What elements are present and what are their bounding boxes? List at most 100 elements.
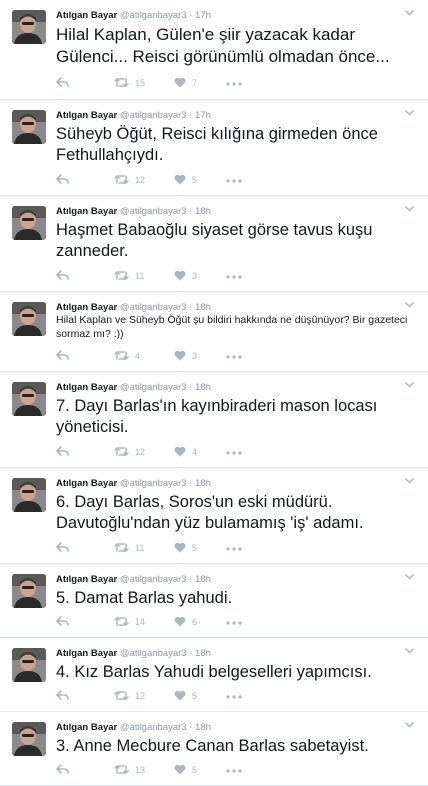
reply-button[interactable] (56, 174, 69, 185)
user-name[interactable]: Atılgan Bayar (56, 478, 117, 489)
retweet-button[interactable]: 4 (114, 350, 140, 361)
user-name[interactable]: Atılgan Bayar (56, 574, 117, 585)
tweet[interactable]: Atılgan Bayar @atilganbayar3 · 18h 5. Dam… (0, 564, 428, 638)
user-name[interactable]: Atılgan Bayar (56, 648, 117, 659)
tweet-time[interactable]: 18h (195, 478, 211, 489)
user-handle[interactable]: @atilganbayar3 (120, 110, 187, 121)
tweet-time[interactable]: 18h (195, 382, 211, 393)
user-name[interactable]: Atılgan Bayar (56, 10, 117, 21)
tweet-time[interactable]: 17h (195, 110, 211, 121)
user-handle[interactable]: @atilganbayar3 (120, 10, 187, 21)
user-handle[interactable]: @atilganbayar3 (120, 382, 187, 393)
like-button[interactable]: 5 (174, 764, 197, 775)
user-name[interactable]: Atılgan Bayar (56, 206, 117, 217)
retweet-button[interactable]: 13 (114, 764, 145, 775)
like-button[interactable]: 6 (174, 616, 197, 627)
chevron-down-icon[interactable] (405, 476, 414, 487)
retweet-button[interactable]: 11 (114, 542, 144, 553)
retweet-button[interactable]: 12 (114, 174, 145, 185)
tweet-time[interactable]: 18h (195, 574, 211, 585)
more-button[interactable] (226, 451, 242, 455)
avatar[interactable] (12, 382, 46, 416)
reply-icon (56, 174, 69, 185)
chevron-down-icon[interactable] (405, 646, 414, 657)
reply-button[interactable] (56, 270, 69, 281)
reply-button[interactable] (56, 616, 69, 627)
tweet[interactable]: Atılgan Bayar @atilganbayar3 · 18h 7. Day… (0, 372, 428, 468)
user-handle[interactable]: @atilganbayar3 (120, 574, 187, 585)
chevron-down-icon[interactable] (405, 380, 414, 391)
avatar[interactable] (12, 110, 46, 144)
separator-dot: · (186, 648, 196, 659)
tweet-time[interactable]: 18h (195, 722, 211, 733)
more-button[interactable] (226, 547, 242, 551)
avatar[interactable] (12, 10, 46, 44)
heart-icon (174, 174, 186, 185)
avatar[interactable] (12, 648, 46, 682)
retweet-button[interactable]: 15 (114, 77, 145, 88)
reply-icon (56, 616, 69, 627)
like-button[interactable]: 3 (174, 270, 197, 281)
chevron-down-icon[interactable] (405, 8, 414, 19)
like-button[interactable]: 5 (174, 174, 197, 185)
like-button[interactable]: 4 (174, 446, 197, 457)
like-button[interactable]: 5 (174, 690, 197, 701)
avatar[interactable] (12, 574, 46, 608)
user-handle[interactable]: @atilganbayar3 (120, 478, 187, 489)
user-handle[interactable]: @atilganbayar3 (120, 722, 187, 733)
tweet[interactable]: Atılgan Bayar @atilganbayar3 · 18h 3. Ann… (0, 712, 428, 786)
tweet[interactable]: Atılgan Bayar @atilganbayar3 · 17h Hilal … (0, 0, 428, 100)
avatar[interactable] (12, 206, 46, 240)
avatar[interactable] (12, 722, 46, 756)
user-name[interactable]: Atılgan Bayar (56, 302, 117, 313)
tweet[interactable]: Atılgan Bayar @atilganbayar3 · 17h Süheyb… (0, 100, 428, 196)
user-handle[interactable]: @atilganbayar3 (120, 648, 187, 659)
tweet-text: Haşmet Babaoğlu siyaset görse tavus kuşu… (56, 221, 373, 261)
tweet-time[interactable]: 18h (195, 206, 211, 217)
chevron-down-icon[interactable] (405, 572, 414, 583)
retweet-button[interactable]: 12 (114, 446, 145, 457)
reply-button[interactable] (56, 350, 69, 361)
reply-button[interactable] (56, 77, 69, 88)
tweet-time[interactable]: 18h (195, 648, 211, 659)
tweet-time[interactable]: 18h (195, 302, 211, 313)
tweet-text: Hilal Kaplan ve Süheyb Öğüt şu bildiri h… (56, 314, 408, 340)
chevron-down-icon[interactable] (405, 204, 414, 215)
chevron-down-icon[interactable] (405, 108, 414, 119)
more-button[interactable] (226, 179, 242, 183)
reply-button[interactable] (56, 542, 69, 553)
retweet-button[interactable]: 12 (114, 690, 145, 701)
like-button[interactable]: 3 (174, 350, 197, 361)
user-name[interactable]: Atılgan Bayar (56, 110, 117, 121)
chevron-down-icon[interactable] (405, 300, 414, 311)
user-handle[interactable]: @atilganbayar3 (120, 302, 187, 313)
user-handle[interactable]: @atilganbayar3 (120, 206, 187, 217)
retweet-icon (114, 542, 129, 553)
tweet[interactable]: Atılgan Bayar @atilganbayar3 · 18h 4. Kız… (0, 638, 428, 712)
more-button[interactable] (226, 82, 242, 86)
reply-button[interactable] (56, 690, 69, 701)
avatar[interactable] (12, 302, 46, 336)
reply-button[interactable] (56, 446, 69, 457)
reply-button[interactable] (56, 764, 69, 775)
user-name[interactable]: Atılgan Bayar (56, 382, 117, 393)
more-button[interactable] (226, 769, 242, 773)
like-count: 5 (192, 690, 198, 701)
user-name[interactable]: Atılgan Bayar (56, 722, 117, 733)
avatar[interactable] (12, 478, 46, 512)
tweet[interactable]: Atılgan Bayar @atilganbayar3 · 18h Hilal … (0, 292, 428, 372)
tweet[interactable]: Atılgan Bayar @atilganbayar3 · 18h Haşmet… (0, 196, 428, 292)
more-button[interactable] (226, 355, 242, 359)
tweet[interactable]: Atılgan Bayar @atilganbayar3 · 18h 6. Day… (0, 468, 428, 564)
reply-icon (56, 77, 69, 88)
like-button[interactable]: 7 (174, 77, 197, 88)
like-button[interactable]: 5 (174, 542, 197, 553)
retweet-count: 4 (135, 350, 141, 361)
retweet-button[interactable]: 14 (114, 616, 145, 627)
chevron-down-icon[interactable] (405, 720, 414, 731)
more-button[interactable] (226, 275, 242, 279)
more-button[interactable] (226, 621, 242, 625)
tweet-time[interactable]: 17h (195, 10, 211, 21)
more-button[interactable] (226, 695, 242, 699)
retweet-button[interactable]: 11 (114, 270, 144, 281)
